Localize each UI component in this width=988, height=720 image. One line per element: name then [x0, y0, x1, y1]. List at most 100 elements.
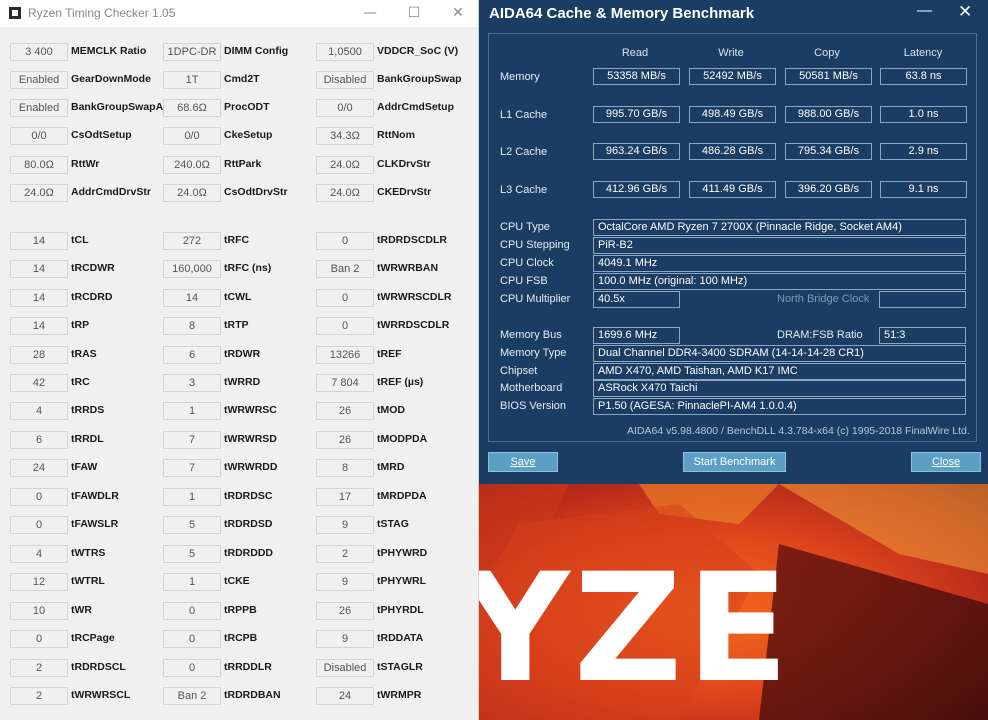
- timing-value-field[interactable]: 9: [316, 516, 374, 534]
- close-window-button[interactable]: Close: [911, 452, 981, 472]
- timing-label: tRDRDSD: [224, 518, 273, 530]
- dram-fsb-ratio-value: 51:3: [879, 327, 966, 344]
- timing-value-field[interactable]: 5: [163, 545, 221, 563]
- timing-value-field[interactable]: 10: [10, 602, 68, 620]
- timing-value-field[interactable]: 24: [316, 687, 374, 705]
- save-button[interactable]: Save: [488, 452, 558, 472]
- timing-value-field[interactable]: 1DPC-DR: [163, 43, 221, 61]
- timing-value-field[interactable]: 3: [163, 374, 221, 392]
- timing-value-field[interactable]: 26: [316, 402, 374, 420]
- timing-value-field[interactable]: 14: [10, 260, 68, 278]
- timing-value-field[interactable]: 13266: [316, 346, 374, 364]
- timing-label: tRDRDSCDLR: [377, 234, 447, 246]
- timing-label: tPHYRDL: [377, 604, 424, 616]
- timing-value-field[interactable]: 3 400: [10, 43, 68, 61]
- timing-label: Cmd2T: [224, 73, 260, 85]
- info-value: 40.5x: [593, 291, 680, 308]
- timing-label: tRTP: [224, 319, 249, 331]
- timing-label: tWRWRSD: [224, 433, 277, 445]
- timing-value-field[interactable]: 26: [316, 431, 374, 449]
- timing-value-field[interactable]: 0/0: [163, 127, 221, 145]
- timing-value-field[interactable]: 4: [10, 402, 68, 420]
- timing-value-field[interactable]: 0: [163, 630, 221, 648]
- timing-label: tFAWDLR: [71, 490, 119, 502]
- info-value: 100.0 MHz (original: 100 MHz): [593, 273, 966, 290]
- timing-value-field[interactable]: Disabled: [316, 71, 374, 89]
- timing-value-field[interactable]: 14: [10, 289, 68, 307]
- timing-value-field[interactable]: 1,0500: [316, 43, 374, 61]
- aida-minimize-button[interactable]: —: [917, 2, 932, 19]
- timing-value-field[interactable]: Ban 2: [316, 260, 374, 278]
- timing-value-field[interactable]: 9: [316, 630, 374, 648]
- save-button-label: Save: [510, 456, 536, 468]
- timing-label: tRAS: [71, 348, 97, 360]
- timing-value-field[interactable]: 28: [10, 346, 68, 364]
- timing-value-field[interactable]: 0: [10, 516, 68, 534]
- timing-value-field[interactable]: 0: [316, 317, 374, 335]
- timing-value-field[interactable]: 1: [163, 488, 221, 506]
- info-label: CPU FSB: [500, 275, 548, 287]
- timing-value-field[interactable]: 8: [316, 459, 374, 477]
- timing-value-field[interactable]: 2: [10, 659, 68, 677]
- aida-close-icon[interactable]: ✕: [958, 2, 972, 22]
- timing-value-field[interactable]: 7 804: [316, 374, 374, 392]
- timing-label: CkeSetup: [224, 129, 273, 141]
- timing-value-field[interactable]: 24.0Ω: [10, 184, 68, 202]
- benchmark-value: 50581 MB/s: [785, 68, 872, 85]
- timing-value-field[interactable]: Disabled: [316, 659, 374, 677]
- start-benchmark-button[interactable]: Start Benchmark: [683, 452, 786, 472]
- timing-value-field[interactable]: 1: [163, 402, 221, 420]
- timing-value-field[interactable]: 0: [10, 488, 68, 506]
- timing-label: tRCPB: [224, 632, 258, 644]
- timing-value-field[interactable]: 0/0: [316, 99, 374, 117]
- timing-value-field[interactable]: 0: [316, 232, 374, 250]
- timing-value-field[interactable]: 6: [163, 346, 221, 364]
- timing-value-field[interactable]: 24: [10, 459, 68, 477]
- timing-value-field[interactable]: 0: [163, 602, 221, 620]
- timing-value-field[interactable]: 12: [10, 573, 68, 591]
- timing-value-field[interactable]: 5: [163, 516, 221, 534]
- aida-footer-version: AIDA64 v5.98.4800 / BenchDLL 4.3.784-x64…: [627, 425, 970, 437]
- timing-value-field[interactable]: 7: [163, 459, 221, 477]
- timing-label: AddrCmdSetup: [377, 101, 454, 113]
- timing-value-field[interactable]: 42: [10, 374, 68, 392]
- info-label: CPU Multiplier: [500, 293, 571, 305]
- timing-value-field[interactable]: 26: [316, 602, 374, 620]
- timing-value-field[interactable]: 0: [163, 659, 221, 677]
- timing-value-field[interactable]: 0/0: [10, 127, 68, 145]
- timing-label: tRFC (ns): [224, 262, 272, 274]
- timing-value-field[interactable]: 0: [10, 630, 68, 648]
- timing-value-field[interactable]: 160,000: [163, 260, 221, 278]
- timing-value-field[interactable]: 1T: [163, 71, 221, 89]
- timing-value-field[interactable]: 1: [163, 573, 221, 591]
- timing-value-field[interactable]: Enabled: [10, 99, 68, 117]
- timing-value-field[interactable]: 7: [163, 431, 221, 449]
- timing-value-field[interactable]: 240.0Ω: [163, 156, 221, 174]
- timing-value-field[interactable]: Ban 2: [163, 687, 221, 705]
- timing-value-field[interactable]: 6: [10, 431, 68, 449]
- timing-value-field[interactable]: 14: [10, 232, 68, 250]
- timing-value-field[interactable]: 4: [10, 545, 68, 563]
- timing-value-field[interactable]: 2: [10, 687, 68, 705]
- timing-value-field[interactable]: 272: [163, 232, 221, 250]
- start-benchmark-label: Start Benchmark: [693, 456, 776, 468]
- timing-value-field[interactable]: 24.0Ω: [163, 184, 221, 202]
- timing-value-field[interactable]: 2: [316, 545, 374, 563]
- timing-value-field[interactable]: 68.6Ω: [163, 99, 221, 117]
- timing-value-field[interactable]: 17: [316, 488, 374, 506]
- timing-value-field[interactable]: 0: [316, 289, 374, 307]
- timing-value-field[interactable]: 34.3Ω: [316, 127, 374, 145]
- timing-value-field[interactable]: 9: [316, 573, 374, 591]
- timing-value-field[interactable]: 80.0Ω: [10, 156, 68, 174]
- timing-value-field[interactable]: 24.0Ω: [316, 156, 374, 174]
- timing-value-field[interactable]: 24.0Ω: [316, 184, 374, 202]
- ryzen-wallpaper-graphic: YZE: [479, 484, 988, 720]
- timing-value-field[interactable]: 8: [163, 317, 221, 335]
- timing-value-field[interactable]: Enabled: [10, 71, 68, 89]
- timing-value-field[interactable]: 14: [163, 289, 221, 307]
- benchmark-row-label: Memory: [500, 71, 540, 83]
- timing-label: tRPPB: [224, 604, 257, 616]
- info-value: PiR-B2: [593, 237, 966, 254]
- timing-value-field[interactable]: 14: [10, 317, 68, 335]
- timing-label: tWRWRDD: [224, 461, 278, 473]
